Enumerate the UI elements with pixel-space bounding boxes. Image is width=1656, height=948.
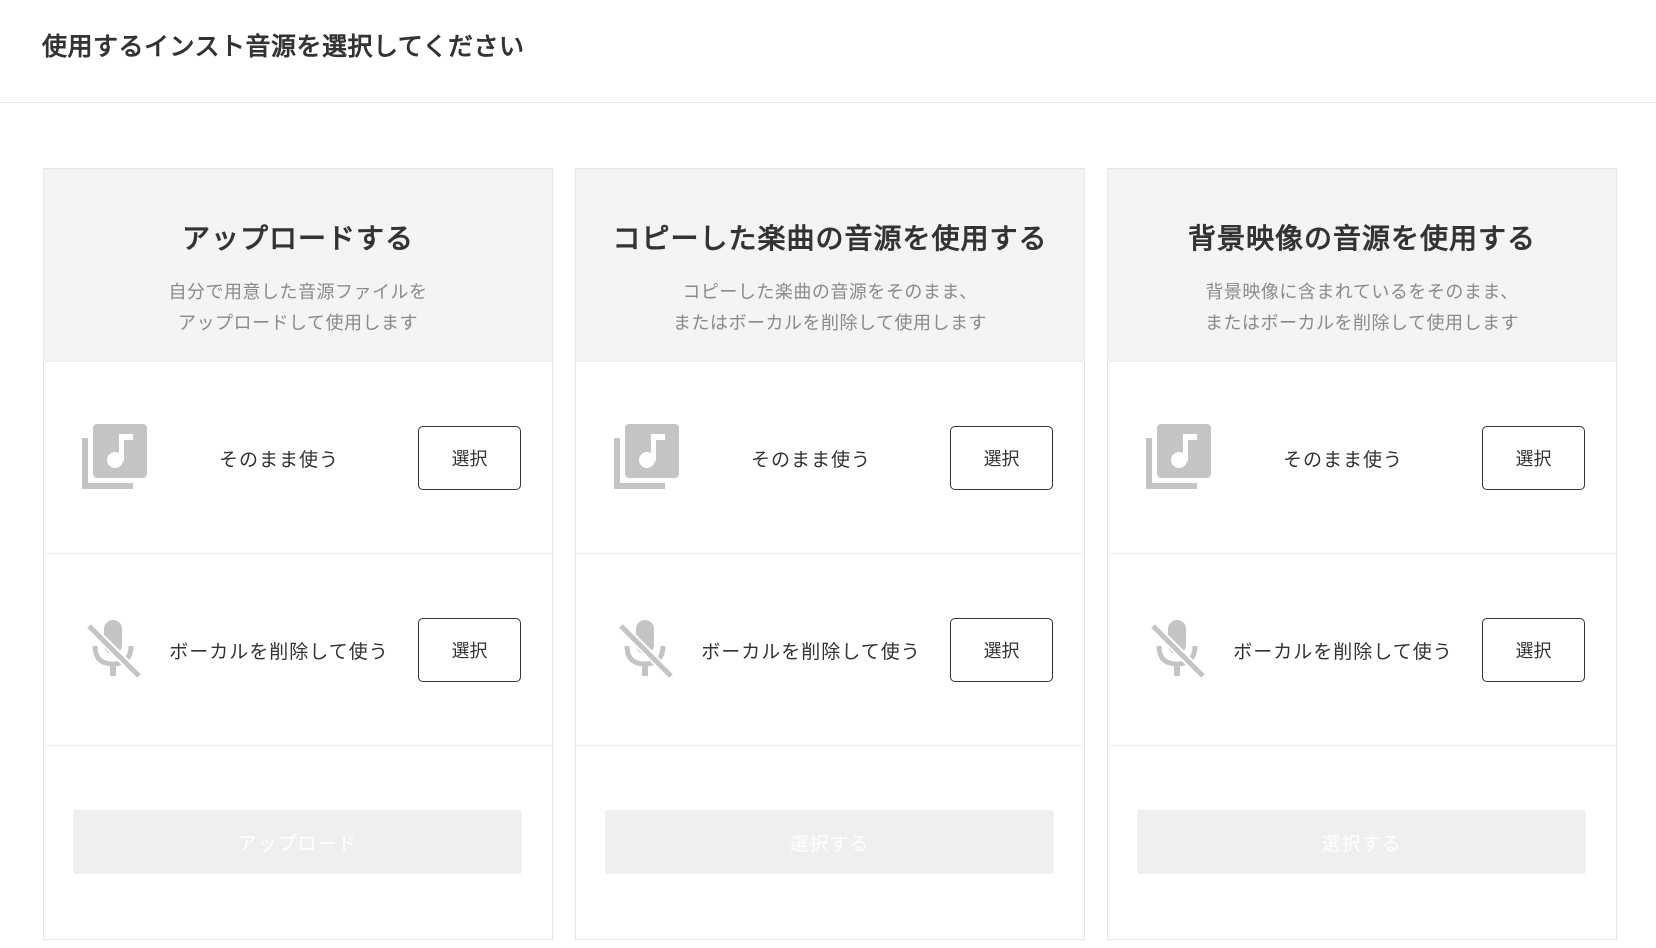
card-description-line: またはボーカルを削除して使用します: [1205, 313, 1519, 334]
card-header: コピーした楽曲の音源を使用する コピーした楽曲の音源をそのまま、 またはボーカル…: [576, 169, 1084, 362]
mic-off-icon: [1145, 616, 1211, 682]
option-label: そのまま使う: [750, 448, 871, 471]
select-submit-button[interactable]: 選択する: [1137, 810, 1586, 874]
option-row-remove-vocal: ボーカルを削除して使う 選択: [44, 554, 552, 746]
card-title: コピーした楽曲の音源を使用する: [612, 222, 1048, 255]
option-label: そのまま使う: [218, 448, 339, 471]
option-row-remove-vocal: ボーカルを削除して使う 選択: [576, 554, 1084, 746]
select-submit-button[interactable]: 選択する: [605, 810, 1054, 874]
card-footer: 選択する: [1108, 746, 1616, 939]
card-description: 自分で用意した音源ファイルを アップロードして使用します: [44, 277, 552, 339]
mic-off-icon: [613, 616, 679, 682]
mic-off-icon: [81, 616, 147, 682]
option-row-as-is: そのまま使う 選択: [576, 362, 1084, 554]
card-description-line: 背景映像に含まれているをそのまま、: [1205, 282, 1519, 303]
option-label: そのまま使う: [1282, 448, 1403, 471]
card-title: アップロードする: [181, 222, 414, 255]
music-library-icon: [1145, 424, 1211, 490]
option-label: ボーカルを削除して使う: [169, 640, 389, 663]
card-background-video: 背景映像の音源を使用する 背景映像に含まれているをそのまま、 またはボーカルを削…: [1107, 168, 1617, 940]
music-library-icon: [81, 424, 147, 490]
music-library-icon: [613, 424, 679, 490]
source-options: アップロードする 自分で用意した音源ファイルを アップロードして使用します その…: [43, 168, 1617, 940]
card-description-line: アップロードして使用します: [178, 313, 418, 334]
page-header: 使用するインスト音源を選択してください: [0, 0, 1656, 103]
card-footer: 選択する: [576, 746, 1084, 939]
card-footer: アップロード: [44, 746, 552, 939]
card-header: 背景映像の音源を使用する 背景映像に含まれているをそのまま、 またはボーカルを削…: [1108, 169, 1616, 362]
select-remove-vocal-button[interactable]: 選択: [418, 618, 521, 682]
card-header: アップロードする 自分で用意した音源ファイルを アップロードして使用します: [44, 169, 552, 362]
select-as-is-button[interactable]: 選択: [418, 426, 521, 490]
select-as-is-button[interactable]: 選択: [1482, 426, 1585, 490]
option-row-as-is: そのまま使う 選択: [1108, 362, 1616, 554]
card-description-line: コピーした楽曲の音源をそのまま、: [682, 282, 978, 303]
upload-button[interactable]: アップロード: [73, 810, 522, 874]
select-as-is-button[interactable]: 選択: [950, 426, 1053, 490]
card-title: 背景映像の音源を使用する: [1187, 222, 1536, 255]
select-remove-vocal-button[interactable]: 選択: [1482, 618, 1585, 682]
page-title: 使用するインスト音源を選択してください: [42, 31, 525, 61]
option-label: ボーカルを削除して使う: [701, 640, 921, 663]
select-remove-vocal-button[interactable]: 選択: [950, 618, 1053, 682]
option-row-as-is: そのまま使う 選択: [44, 362, 552, 554]
option-row-remove-vocal: ボーカルを削除して使う 選択: [1108, 554, 1616, 746]
card-description: 背景映像に含まれているをそのまま、 またはボーカルを削除して使用します: [1108, 277, 1616, 339]
card-description-line: またはボーカルを削除して使用します: [673, 313, 987, 334]
card-description-line: 自分で用意した音源ファイルを: [168, 282, 428, 303]
card-description: コピーした楽曲の音源をそのまま、 またはボーカルを削除して使用します: [576, 277, 1084, 339]
card-copied-song: コピーした楽曲の音源を使用する コピーした楽曲の音源をそのまま、 またはボーカル…: [575, 168, 1085, 940]
option-label: ボーカルを削除して使う: [1233, 640, 1453, 663]
card-upload: アップロードする 自分で用意した音源ファイルを アップロードして使用します その…: [43, 168, 553, 940]
